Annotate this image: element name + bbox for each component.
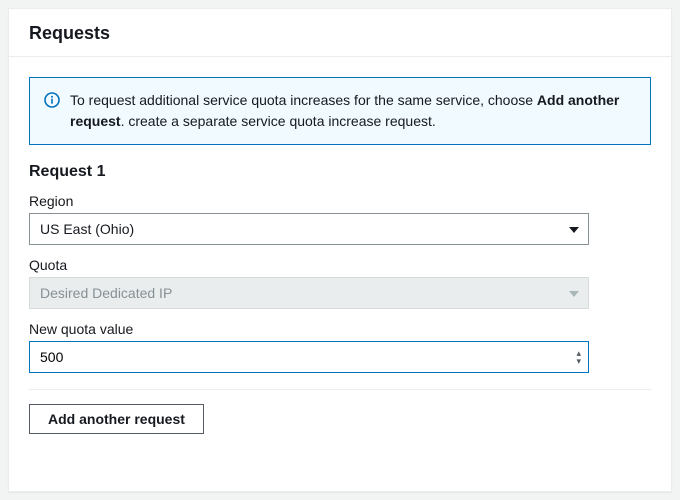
stepper-icon[interactable]: ▴▾ xyxy=(576,349,581,365)
quota-select-value: Desired Dedicated IP xyxy=(29,277,589,309)
requests-panel: Requests To request additional service q… xyxy=(8,8,672,492)
info-text: To request additional service quota incr… xyxy=(70,90,636,132)
divider xyxy=(29,389,651,390)
info-icon xyxy=(44,92,60,108)
info-alert: To request additional service quota incr… xyxy=(29,77,651,145)
new-quota-input[interactable] xyxy=(29,341,589,373)
panel-title: Requests xyxy=(29,23,651,44)
panel-body: To request additional service quota incr… xyxy=(9,57,671,491)
info-text-suffix: . create a separate service quota increa… xyxy=(121,113,436,129)
add-another-request-button[interactable]: Add another request xyxy=(29,404,204,434)
region-field: Region US East (Ohio) xyxy=(29,193,651,245)
region-label: Region xyxy=(29,193,651,209)
quota-field: Quota Desired Dedicated IP xyxy=(29,257,651,309)
quota-label: Quota xyxy=(29,257,651,273)
region-select-value: US East (Ohio) xyxy=(29,213,589,245)
quota-select: Desired Dedicated IP xyxy=(29,277,589,309)
new-quota-label: New quota value xyxy=(29,321,651,337)
new-quota-field: New quota value ▴▾ xyxy=(29,321,651,373)
info-text-prefix: To request additional service quota incr… xyxy=(70,92,537,108)
request-title: Request 1 xyxy=(29,163,651,181)
region-select[interactable]: US East (Ohio) xyxy=(29,213,589,245)
panel-header: Requests xyxy=(9,9,671,57)
